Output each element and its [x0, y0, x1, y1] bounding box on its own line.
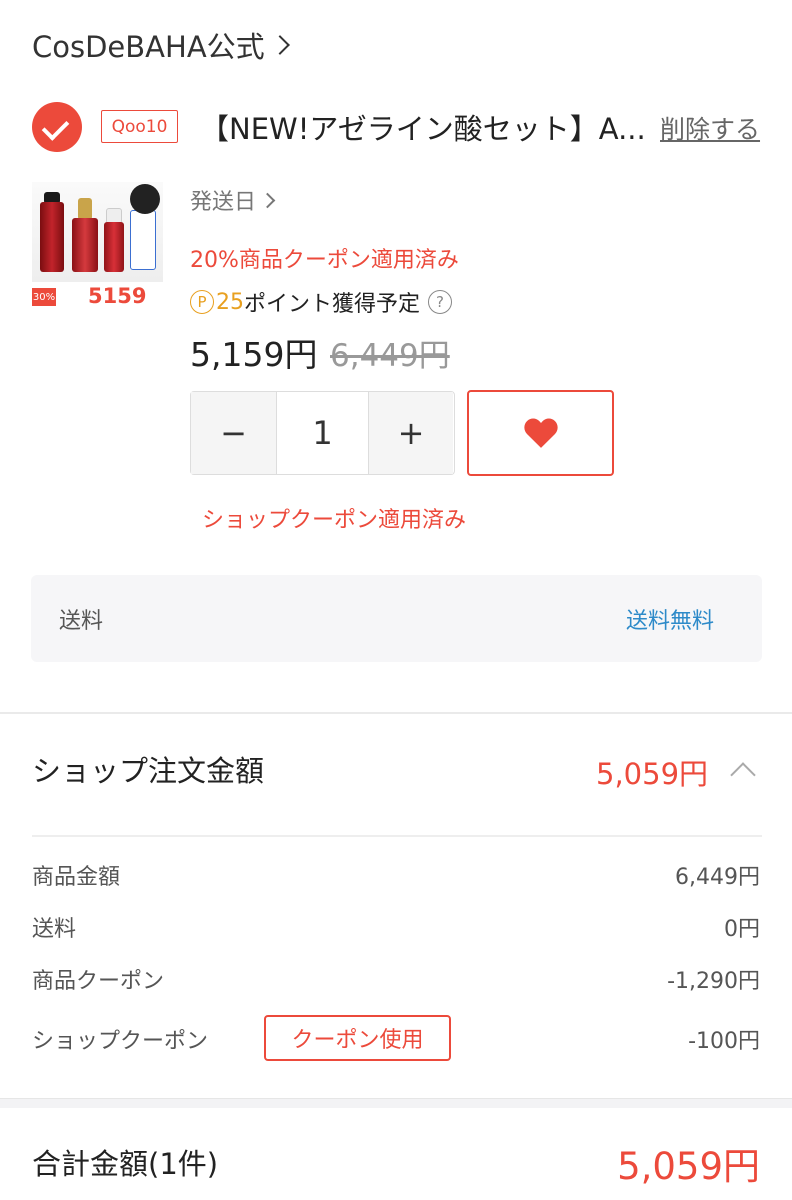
shipping-fee-value: 0円 — [724, 917, 760, 942]
original-price: 6,449円 — [330, 338, 450, 374]
gift-box — [130, 210, 156, 270]
points-text: ポイント獲得予定 — [244, 292, 421, 317]
points-icon: P — [190, 290, 214, 314]
ship-date-link[interactable]: 発送日 — [190, 184, 276, 216]
bottle-serum — [72, 218, 98, 272]
bottle-toner — [40, 202, 64, 272]
chevron-right-icon — [269, 35, 290, 55]
thumbnail-discount: 30% — [32, 288, 56, 306]
product-coupon-label: 商品クーポン — [32, 969, 165, 994]
shipping-label: 送料 — [59, 609, 104, 634]
heart-icon — [523, 418, 558, 448]
grand-total-value: 5,059円 — [617, 1145, 760, 1188]
shop-order-total: 5,059円 — [596, 757, 709, 791]
brand-seal — [130, 184, 160, 214]
shop-name: CosDeBAHA公式 — [32, 30, 265, 64]
shipping-value: 送料無料 — [626, 609, 715, 634]
section-divider — [0, 1098, 792, 1108]
section-divider — [0, 712, 792, 714]
shop-order-total-title: ショップ注文金額 — [32, 754, 265, 788]
shop-coupon-applied: ショップクーポン適用済み — [202, 508, 467, 533]
ship-date-label: 発送日 — [190, 190, 257, 215]
summary-divider — [32, 835, 762, 837]
grand-total-label: 合計金額(1件) — [32, 1147, 219, 1181]
product-thumbnail[interactable]: 30% 5159円 — [32, 182, 163, 313]
quantity-value[interactable]: 1 — [277, 392, 369, 474]
current-price: 5,159円 — [190, 335, 318, 374]
qoo10-badge: Qoo10 — [101, 110, 178, 143]
thumbnail-price: 5159円 — [88, 284, 147, 313]
select-item-checkbox[interactable] — [32, 102, 82, 152]
favorite-button[interactable] — [467, 390, 614, 476]
subtotal-value: 6,449円 — [675, 865, 760, 890]
chevron-right-icon — [259, 192, 276, 208]
increase-quantity-button[interactable]: + — [369, 392, 453, 474]
shipping-fee-label: 送料 — [32, 917, 77, 942]
bottle-cream — [104, 222, 124, 272]
delete-button[interactable]: 削除する — [660, 110, 760, 146]
subtotal-label: 商品金額 — [32, 865, 121, 890]
product-coupon-value: -1,290円 — [667, 969, 760, 994]
points-amount: 25 — [216, 289, 244, 315]
bottle-cap — [78, 198, 92, 220]
shop-coupon-label: ショップクーポン — [32, 1029, 209, 1054]
quantity-stepper: − 1 + — [190, 391, 455, 475]
collapse-chevron-icon[interactable] — [730, 762, 756, 788]
points-info: P 25 ポイント獲得予定 ? — [190, 286, 453, 318]
help-icon[interactable]: ? — [428, 290, 453, 314]
shop-name-link[interactable]: CosDeBAHA公式 — [32, 24, 290, 66]
product-coupon-applied: 20%商品クーポン適用済み — [190, 248, 459, 273]
shop-coupon-value: -100円 — [688, 1029, 760, 1054]
product-title[interactable]: 【NEW!アゼライン酸セット】A... — [200, 106, 648, 148]
decrease-quantity-button[interactable]: − — [191, 392, 277, 474]
use-coupon-button[interactable]: クーポン使用 — [264, 1015, 451, 1061]
